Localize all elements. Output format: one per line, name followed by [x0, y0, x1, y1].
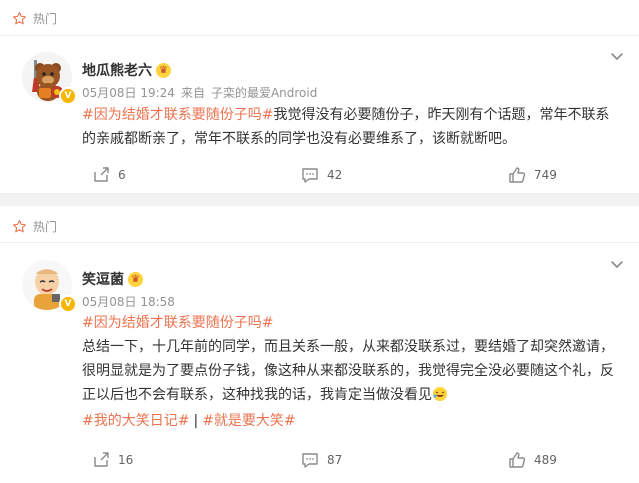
hashtag-link[interactable]: #我的大笑日记#	[82, 413, 189, 429]
username-text: 笑逗菌	[82, 272, 124, 288]
member-crown-icon: ♛	[128, 271, 143, 287]
post-date[interactable]: 05月08日 19:24	[82, 84, 175, 101]
laughing-emoji-icon	[433, 387, 447, 401]
hashtag-link[interactable]: #就是要大笑#	[202, 413, 295, 429]
repost-button[interactable]: 16	[92, 445, 133, 475]
comment-count: 42	[327, 168, 343, 182]
source-prefix: 来自	[180, 86, 205, 100]
repost-count: 6	[118, 168, 126, 182]
action-bar: 16 87 489	[0, 445, 639, 475]
post-date[interactable]: 05月08日 18:58	[82, 293, 175, 310]
hashtag-link[interactable]: #因为结婚才联系要随份子吗#	[82, 315, 273, 331]
hashtag-link[interactable]: #因为结婚才联系要随份子吗#	[82, 107, 273, 123]
comment-button[interactable]: 42	[301, 160, 342, 190]
chevron-down-icon[interactable]	[609, 256, 625, 272]
post-body: 总结一下，十几年前的同学，而且关系一般，从来都没联系过，要结婚了却突然邀请，很明…	[82, 339, 614, 403]
repost-icon	[94, 167, 109, 182]
repost-count: 16	[118, 453, 134, 467]
star-outline-icon	[13, 12, 26, 25]
comment-button[interactable]: 87	[301, 445, 342, 475]
star-outline-icon	[13, 220, 26, 233]
post-card: 热门 V 地瓜熊老六 ♛ 05月08日 19:24 来自 子栾的最爱Androi…	[0, 0, 639, 193]
post-text: #因为结婚才联系要随份子吗#我觉得没有必要随份子，昨天刚有个话题，常年不联系的亲…	[82, 103, 622, 151]
username[interactable]: 地瓜熊老六 ♛	[82, 60, 171, 80]
post-meta: 05月08日 19:24 来自 子栾的最爱Android	[82, 84, 317, 101]
divider	[0, 242, 639, 243]
thumbs-up-icon	[509, 452, 526, 468]
chevron-down-icon[interactable]	[609, 48, 625, 64]
repost-button[interactable]: 6	[92, 160, 126, 190]
comment-icon	[302, 453, 318, 468]
post-card: 热门 V 笑逗菌 ♛ 05月08日 18:58 #因为结婚才联系要随份子吗# 总…	[0, 206, 639, 483]
divider	[0, 35, 639, 36]
comment-count: 87	[327, 453, 343, 467]
verified-badge: V	[59, 87, 77, 105]
section-label: 热门	[33, 220, 58, 234]
verified-badge: V	[59, 295, 77, 313]
like-count: 489	[534, 453, 557, 467]
action-bar: 6 42 749	[0, 160, 639, 190]
hot-section-header: 热门	[12, 10, 57, 27]
like-button[interactable]: 489	[508, 445, 557, 475]
repost-icon	[94, 452, 109, 467]
tag-separator: |	[193, 413, 199, 429]
thumbs-up-icon	[509, 167, 526, 183]
like-count: 749	[534, 168, 557, 182]
section-label: 热门	[33, 12, 58, 26]
post-meta: 05月08日 18:58	[82, 293, 175, 310]
member-crown-icon: ♛	[156, 62, 171, 78]
post-text: #因为结婚才联系要随份子吗# 总结一下，十几年前的同学，而且关系一般，从来都没联…	[82, 311, 622, 433]
username-text: 地瓜熊老六	[82, 63, 152, 79]
like-button[interactable]: 749	[508, 160, 557, 190]
post-source[interactable]: 子栾的最爱Android	[211, 84, 317, 101]
comment-icon	[302, 168, 318, 183]
username[interactable]: 笑逗菌 ♛	[82, 269, 143, 289]
hot-section-header: 热门	[12, 218, 57, 235]
